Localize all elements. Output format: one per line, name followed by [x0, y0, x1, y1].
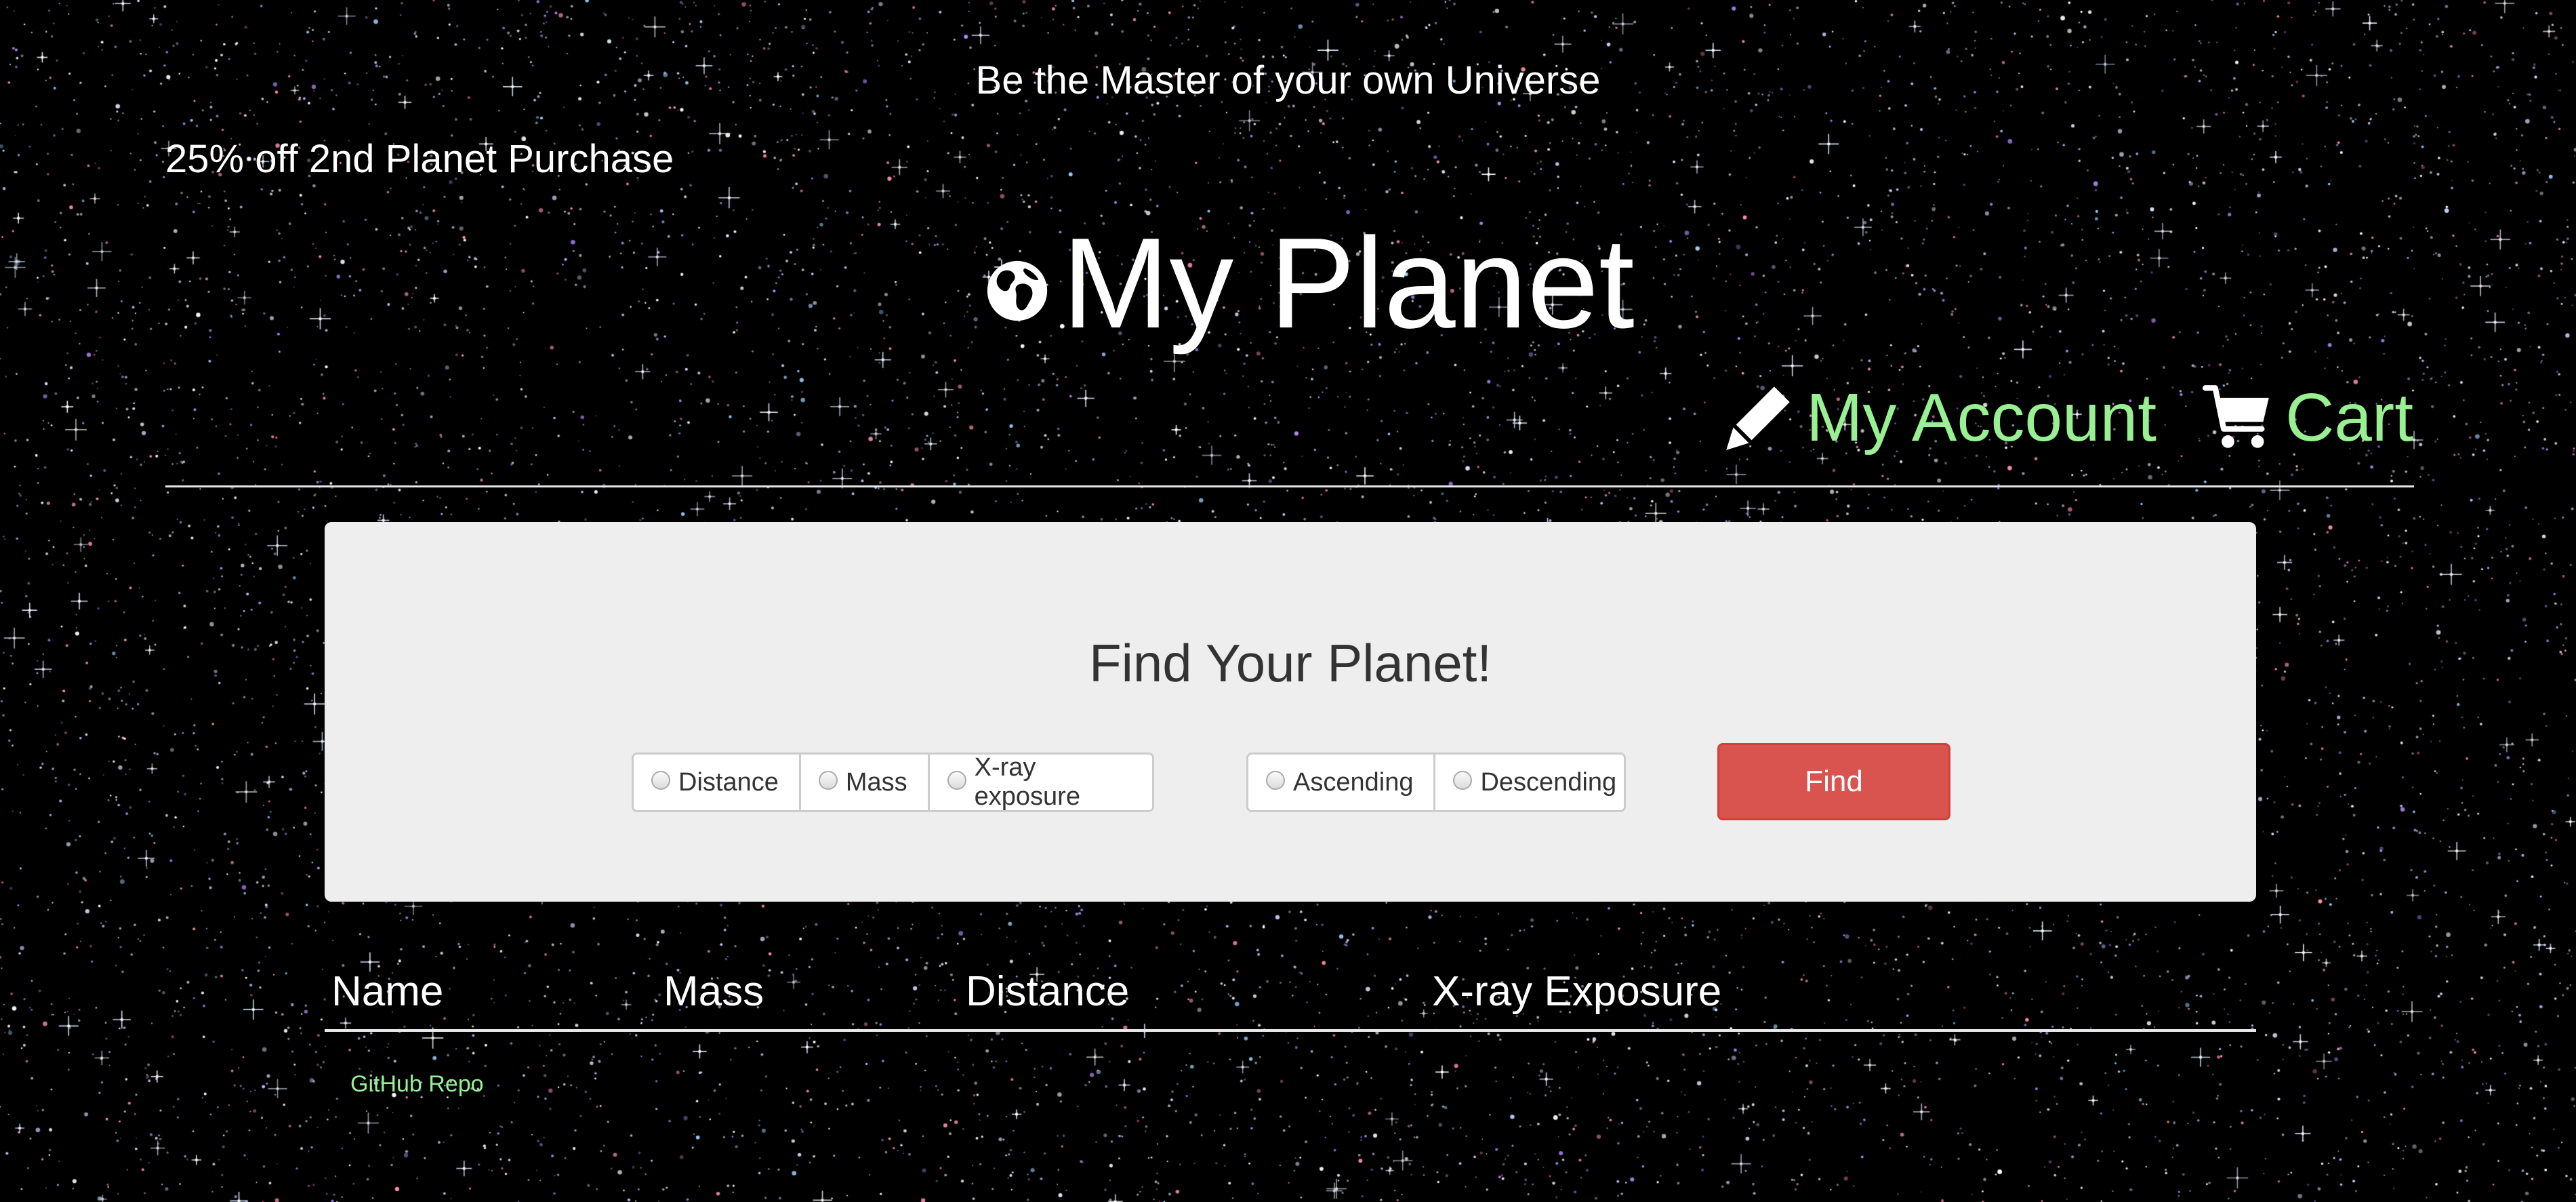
- promo-banner: 25% off 2nd Planet Purchase: [165, 137, 674, 181]
- brand-logo: My Planet: [986, 216, 1635, 351]
- find-button[interactable]: Find: [1717, 743, 1950, 820]
- finder-title: Find Your Planet!: [1088, 633, 1492, 693]
- option-label: Mass: [845, 767, 907, 797]
- column-header-xray-exposure: X-ray Exposure: [1432, 968, 1722, 1015]
- radio-button[interactable]: [947, 771, 966, 790]
- order-ascending-option[interactable]: Ascending: [1248, 755, 1434, 810]
- my-account-link[interactable]: My Account: [1723, 377, 2156, 458]
- github-repo-link[interactable]: GitHub Repo: [350, 1070, 484, 1098]
- results-table-header: Name Mass Distance X-ray Exposure: [325, 961, 2256, 1029]
- option-label: Ascending: [1293, 767, 1414, 797]
- sort-distance-option[interactable]: Distance: [634, 755, 799, 810]
- column-header-mass: Mass: [663, 968, 764, 1015]
- radio-button[interactable]: [1453, 771, 1473, 790]
- radio-button[interactable]: [818, 771, 838, 790]
- cart-label: Cart: [2285, 380, 2413, 456]
- sort-xray-option[interactable]: X-ray exposure: [927, 753, 1152, 811]
- cart-link[interactable]: Cart: [2203, 377, 2413, 458]
- option-label: Distance: [678, 767, 779, 797]
- option-label: Descending: [1480, 767, 1617, 797]
- radio-button[interactable]: [651, 771, 670, 790]
- sort-by-group: Distance Mass X-ray exposure: [632, 753, 1154, 812]
- site-title: My Planet: [1062, 212, 1635, 355]
- top-nav: My Account Cart: [1723, 377, 2413, 458]
- column-header-name: Name: [331, 968, 444, 1015]
- table-header-divider: [325, 1029, 2256, 1032]
- my-account-label: My Account: [1806, 380, 2157, 456]
- globe-icon: [987, 260, 1048, 321]
- tagline: Be the Master of your own Universe: [975, 58, 1601, 102]
- radio-button[interactable]: [1266, 771, 1285, 790]
- header-divider: [165, 485, 2414, 487]
- pencil-icon: [1726, 386, 1790, 450]
- sort-mass-option[interactable]: Mass: [798, 755, 928, 810]
- shopping-cart-icon: [2203, 385, 2269, 448]
- option-label: X-ray exposure: [974, 753, 1080, 811]
- sort-order-group: Ascending Descending: [1246, 753, 1626, 812]
- planet-finder-panel: Find Your Planet! Distance Mass X-ray ex…: [325, 522, 2256, 902]
- column-header-distance: Distance: [966, 968, 1130, 1015]
- order-descending-option[interactable]: Descending: [1433, 755, 1624, 810]
